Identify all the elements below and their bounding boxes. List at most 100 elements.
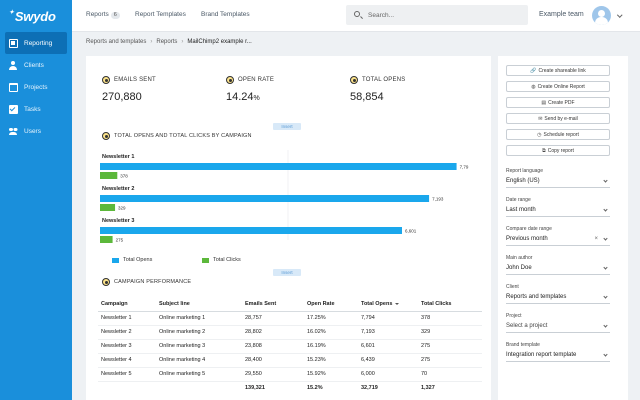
legend-item-opens[interactable]: Total Opens [112, 257, 152, 263]
pdf-button[interactable]: ▤ Create PDF [506, 97, 610, 108]
logo-spark-icon: ✦ [9, 9, 14, 16]
button-label: Send by e-mail [544, 115, 578, 122]
kpi-total-opens: TOTAL OPENS 58,854 [350, 76, 405, 103]
breadcrumb-current: MailChimp2 example r... [187, 39, 252, 45]
select-input[interactable]: Last month [506, 206, 610, 217]
table-cell: 28,400 [242, 353, 304, 368]
select-value: John Doe [506, 265, 532, 271]
kpi-value: 14.24% [226, 91, 260, 103]
table-cell: 7,794 [358, 311, 418, 326]
select-input[interactable]: Previous month × [506, 235, 610, 246]
column-header[interactable]: Emails Sent [242, 298, 304, 312]
table-totals-row: 139,321 15.2% 32,719 1,327 [98, 381, 482, 395]
table-cell: Newsletter 2 [98, 325, 156, 340]
sidebar-item-users[interactable]: Users [0, 120, 72, 142]
top-bar: Reports 6 Report Templates Brand Template… [72, 0, 640, 32]
tab-report-templates[interactable]: Report Templates [135, 11, 186, 18]
users-icon [9, 127, 18, 136]
globe-button[interactable]: ◍ Create Online Report [506, 81, 610, 92]
opens-clicks-chart: Newsletter 1 7,79 378 Newsletter 2 7,193 329 N… [98, 150, 478, 270]
logo[interactable]: ✦ Swydo [0, 0, 72, 32]
kpi-open-rate: OPEN RATE 14.24% [226, 76, 274, 103]
avatar[interactable] [592, 6, 611, 25]
table-cell: Online marketing 2 [156, 325, 242, 340]
button-label: Create Online Report [537, 83, 585, 90]
select-input[interactable]: Select a project [506, 322, 610, 333]
kpi-label: OPEN RATE [238, 77, 275, 83]
table-title: CAMPAIGN PERFORMANCE [102, 278, 191, 286]
mailchimp-icon [102, 132, 110, 140]
table-row: Newsletter 3 Online marketing 3 23,808 16.1… [98, 339, 482, 354]
sidebar-item-projects[interactable]: Projects [0, 76, 72, 98]
mailchimp-icon [102, 76, 110, 84]
reports-count-badge: 6 [110, 11, 120, 19]
column-header[interactable]: Subject line [156, 298, 242, 312]
mailchimp-icon [350, 76, 358, 84]
field-brand-template: Brand template Integration report templat… [506, 342, 610, 362]
link-button[interactable]: 🔗 Create shareable link [506, 65, 610, 76]
sidebar-item-label: Users [24, 127, 41, 135]
button-label: Create PDF [548, 99, 575, 106]
logo-text: Swydo [14, 8, 56, 24]
column-header[interactable]: Campaign [98, 298, 156, 312]
globe-icon: ◍ [531, 83, 536, 90]
bar-total-opens [100, 195, 430, 202]
field-compare-date-range: Compare date range Previous month × [506, 226, 610, 246]
search-icon [354, 11, 360, 17]
sidebar-item-clients[interactable]: Clients [0, 54, 72, 76]
mail-button[interactable]: ✉ Send by e-mail [506, 113, 610, 124]
search-input[interactable] [368, 9, 518, 21]
team-switcher[interactable]: Example team [539, 11, 584, 18]
table-cell: 7,193 [358, 325, 418, 340]
select-input[interactable]: Reports and templates [506, 293, 610, 304]
clock-icon: ◷ [537, 131, 542, 138]
tab-label: Brand Templates [201, 11, 250, 18]
breadcrumb-item[interactable]: Reports [156, 39, 177, 45]
clear-icon[interactable]: × [594, 235, 598, 244]
select-input[interactable]: John Doe [506, 264, 610, 275]
bar-value-label: 378 [120, 174, 128, 179]
legend-item-clicks[interactable]: Total Clicks [202, 257, 241, 263]
tab-brand-templates[interactable]: Brand Templates [201, 11, 250, 18]
sidebar-item-tasks[interactable]: Tasks [0, 98, 72, 120]
copy-button[interactable]: ⧉ Copy report [506, 145, 610, 156]
table-cell: 70 [418, 367, 482, 382]
clock-button[interactable]: ◷ Schedule report [506, 129, 610, 140]
chart-title: TOTAL OPENS AND TOTAL CLICKS BY CAMPAIGN [102, 132, 252, 140]
field-date-range: Date range Last month [506, 197, 610, 217]
tab-reports[interactable]: Reports 6 [86, 11, 120, 19]
sidebar-item-label: Clients [24, 61, 44, 69]
select-input[interactable]: English (US) [506, 177, 610, 188]
insert-widget-button[interactable]: Insert [273, 123, 301, 130]
table-cell: 28,757 [242, 311, 304, 326]
chevron-down-icon[interactable] [617, 12, 623, 18]
table-cell: 275 [418, 353, 482, 368]
column-header-sorted[interactable]: Total Opens [358, 298, 418, 312]
sidebar: ✦ Swydo Reporting Clients Projects Tasks… [0, 0, 72, 400]
field-main-author: Main author John Doe [506, 255, 610, 275]
sidebar-item-reporting[interactable]: Reporting [5, 32, 67, 54]
table-cell: Online marketing 4 [156, 353, 242, 368]
chevron-down-icon [603, 294, 608, 299]
table-cell: 329 [418, 325, 482, 340]
link-icon: 🔗 [530, 67, 537, 74]
bar-value-label: 6,601 [405, 229, 417, 234]
breadcrumb-item[interactable]: Reports and templates [86, 39, 146, 45]
select-input[interactable]: Integration report template [506, 351, 610, 362]
bar-total-clicks [100, 236, 113, 243]
bar-value-label: 7,79 [460, 165, 469, 170]
table-cell: Online marketing 5 [156, 367, 242, 382]
column-header[interactable]: Total Clicks [418, 298, 482, 312]
insert-widget-button[interactable]: Insert [273, 269, 301, 276]
bar-total-clicks [100, 204, 116, 211]
legend-swatch [202, 257, 209, 263]
breadcrumb-separator-icon: › [150, 39, 153, 45]
table-header-row: Campaign Subject line Emails Sent Open R… [98, 298, 482, 312]
table-cell: 6,601 [358, 339, 418, 354]
search-box [346, 5, 528, 25]
chevron-down-icon [603, 352, 608, 357]
kpi-label: EMAILS SENT [114, 77, 156, 83]
column-header[interactable]: Open Rate [304, 298, 358, 312]
table-row: Newsletter 1 Online marketing 1 28,757 17.2… [98, 311, 482, 326]
kpi-emails-sent: EMAILS SENT 270,880 [102, 76, 156, 103]
